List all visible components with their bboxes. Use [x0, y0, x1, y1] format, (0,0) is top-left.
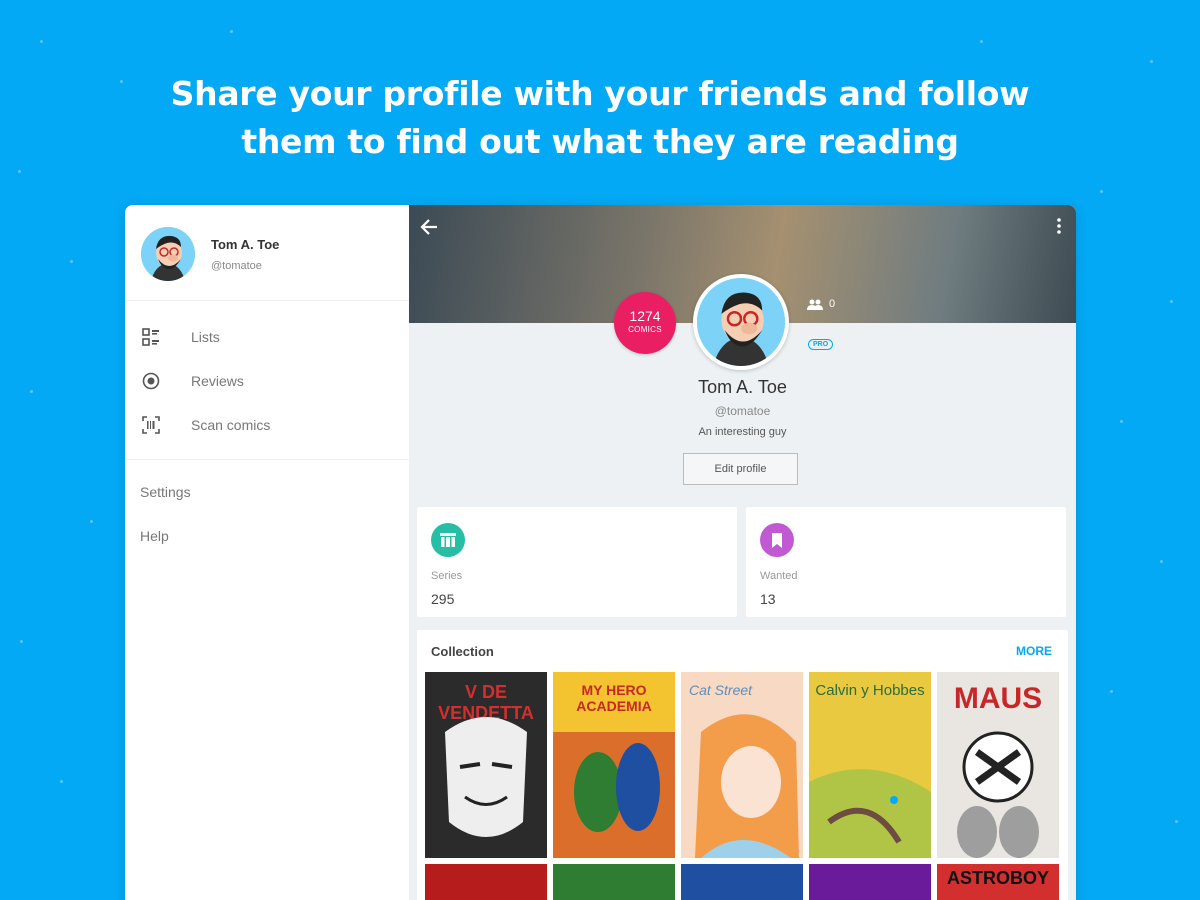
edit-profile-button[interactable]: Edit profile [683, 453, 798, 485]
cover-maus[interactable]: MAUS [937, 672, 1059, 858]
drawer-item-scan-comics[interactable]: Scan comics [125, 403, 409, 447]
comics-count-unit: COMICS [628, 325, 662, 334]
pro-badge: PRO [808, 339, 834, 350]
followers-count[interactable]: 0 [807, 298, 835, 310]
heroes-illustration [553, 732, 675, 858]
headline: Share your profile with your friends and… [0, 70, 1200, 166]
cover-row2-2[interactable] [553, 864, 675, 900]
drawer-avatar[interactable] [141, 227, 195, 281]
drawer-item-lists[interactable]: Lists [125, 315, 409, 359]
avatar-illustration [697, 278, 785, 366]
headline-line-2: them to find out what they are reading [241, 122, 959, 161]
drawer-item-settings[interactable]: Settings [125, 470, 409, 514]
series-label: Series [431, 570, 463, 582]
cover-cat-street[interactable]: Cat Street [681, 672, 803, 858]
series-card[interactable]: Series 295 [417, 507, 737, 617]
cover-astroboy[interactable]: ASTROBOY [937, 864, 1059, 900]
scan-icon [141, 415, 161, 435]
series-value: 295 [431, 591, 455, 607]
cover-row2-1[interactable] [425, 864, 547, 900]
cover-v-for-vendetta[interactable]: V DE VENDETTA [425, 672, 547, 858]
lists-icon [141, 327, 161, 347]
maus-illustration [957, 731, 1039, 858]
drawer-item-label: Reviews [191, 373, 244, 389]
v-mask-illustration [445, 717, 527, 837]
bookmark-icon [760, 523, 794, 557]
wanted-value: 13 [760, 591, 776, 607]
profile-bio: An interesting guy [698, 426, 787, 438]
people-icon [807, 299, 823, 310]
drawer-user-handle: @tomatoe [211, 260, 262, 272]
profile-screen: 1274 COMICS 0 PRO Tom A. Toe @tomatoe An… [409, 205, 1076, 900]
drawer-header: Tom A. Toe @tomatoe [125, 205, 409, 301]
reviews-icon [141, 371, 161, 391]
landscape-illustration [809, 769, 931, 858]
comics-count-badge: 1274 COMICS [614, 292, 676, 354]
drawer-item-reviews[interactable]: Reviews [125, 359, 409, 403]
collection-more-link[interactable]: MORE [1016, 644, 1052, 658]
drawer-item-label: Lists [191, 329, 220, 345]
drawer-menu: Lists Reviews Scan comics [125, 301, 409, 460]
cover-calvin-and-hobbes[interactable]: Calvin y Hobbes [809, 672, 931, 858]
avatar-illustration [141, 227, 195, 281]
collection-title: Collection [431, 644, 494, 659]
drawer-item-label: Scan comics [191, 417, 271, 433]
headline-line-1: Share your profile with your friends and… [170, 74, 1030, 113]
cover-title: ASTROBOY [946, 868, 1049, 888]
profile-handle: @tomatoe [714, 404, 771, 418]
profile-name: Tom A. Toe [698, 377, 787, 397]
drawer-user-name: Tom A. Toe [211, 237, 280, 252]
followers-value: 0 [829, 298, 836, 310]
navigation-drawer: Tom A. Toe @tomatoe Lists Reviews Scan c… [125, 205, 409, 900]
wanted-label: Wanted [760, 570, 798, 582]
profile-avatar[interactable] [693, 274, 789, 370]
wanted-card[interactable]: Wanted 13 [746, 507, 1066, 617]
series-icon [431, 523, 465, 557]
comics-count-value: 1274 [629, 308, 661, 324]
overflow-menu-icon[interactable] [1054, 217, 1064, 239]
tablet-frame: Tom A. Toe @tomatoe Lists Reviews Scan c… [125, 205, 1076, 900]
cover-row2-3[interactable] [681, 864, 803, 900]
collection-card: Collection MORE V DE VENDETTA MY HERO AC… [417, 630, 1068, 900]
drawer-secondary: Settings Help [125, 460, 409, 558]
cover-my-hero-academia[interactable]: MY HERO ACADEMIA [553, 672, 675, 858]
cover-row2-4[interactable] [809, 864, 931, 900]
back-arrow-icon[interactable] [419, 217, 447, 241]
drawer-item-help[interactable]: Help [125, 514, 409, 558]
girl-illustration [695, 714, 799, 858]
